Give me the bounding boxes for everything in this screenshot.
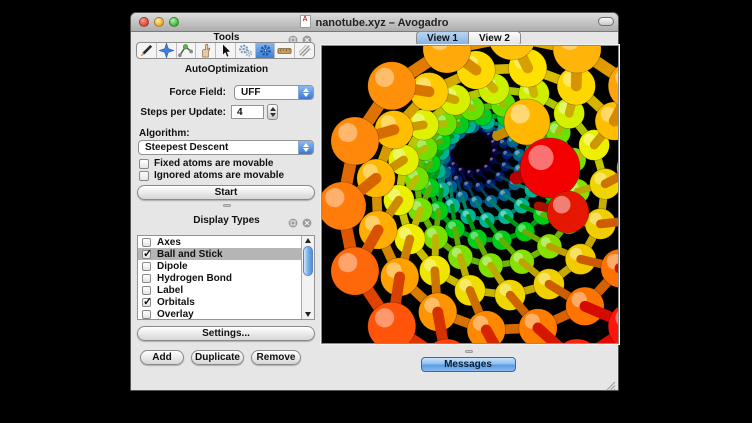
force-field-select[interactable]: UFF: [234, 85, 314, 100]
tab-view-1[interactable]: View 1: [416, 31, 469, 46]
display-type-row[interactable]: Axes: [138, 236, 314, 248]
duplicate-button[interactable]: Duplicate: [191, 350, 244, 365]
display-type-label: Orbitals: [157, 297, 195, 308]
view-pane: View 1 View 2 Messages: [319, 31, 618, 390]
display-types-list: Axes ✓ Ball and StickDipoleHydrogen BondLa…: [137, 235, 315, 320]
bond-centric-tool-button[interactable]: [177, 43, 197, 58]
display-type-checkbox[interactable]: [142, 310, 151, 319]
scroll-down-icon[interactable]: [302, 310, 314, 319]
display-type-checkbox[interactable]: [142, 262, 151, 271]
window-title-area: nanotube.xyz – Avogadro: [131, 15, 618, 29]
display-type-row[interactable]: Hydrogen Bond: [138, 272, 314, 284]
avogadro-window: nanotube.xyz – Avogadro Tools AutoOptimi…: [130, 12, 619, 391]
algorithm-label: Algorithm:: [139, 128, 190, 139]
auto-rotate-tool-button[interactable]: [236, 43, 256, 58]
navigate-tool-button[interactable]: [157, 43, 177, 58]
ignored-atoms-movable-row: Ignored atoms are movable: [139, 170, 284, 181]
popup-arrows-icon: [298, 141, 313, 154]
popup-arrows-icon: [298, 86, 313, 99]
display-type-label: Overlay: [157, 309, 194, 320]
display-list-scrollbar[interactable]: [301, 236, 314, 319]
display-type-checkbox[interactable]: ✓: [142, 298, 151, 307]
view-tab-bar: View 1 View 2: [319, 31, 618, 46]
window-title: nanotube.xyz – Avogadro: [315, 17, 448, 29]
settings-button[interactable]: Settings...: [137, 326, 315, 341]
display-type-label: Hydrogen Bond: [157, 273, 232, 284]
document-icon: [300, 15, 311, 28]
display-types-panel-header: Display Types: [134, 214, 319, 227]
resize-grip[interactable]: [606, 378, 616, 388]
align-tool-button[interactable]: [295, 43, 314, 58]
steps-per-update-input[interactable]: 4: [231, 105, 264, 119]
manipulate-tool-button[interactable]: [196, 43, 216, 58]
display-float-button[interactable]: [288, 215, 298, 225]
desktop-background: nanotube.xyz – Avogadro Tools AutoOptimi…: [0, 0, 752, 423]
nanotube-molecule-render[interactable]: [322, 46, 618, 343]
display-type-checkbox[interactable]: ✓: [142, 250, 151, 259]
display-type-row[interactable]: Label: [138, 284, 314, 296]
draw-tool-button[interactable]: [137, 43, 157, 58]
display-type-row[interactable]: ✓ Ball and Stick: [138, 248, 314, 260]
display-type-row[interactable]: ✓ Orbitals: [138, 296, 314, 308]
scroll-up-icon[interactable]: [302, 236, 314, 245]
display-type-row[interactable]: Overlay: [138, 308, 314, 320]
add-button[interactable]: Add: [140, 350, 184, 365]
tab-view-2[interactable]: View 2: [469, 31, 521, 46]
tools-toolbar: [136, 42, 315, 59]
fixed-atoms-movable-label: Fixed atoms are movable: [154, 158, 274, 169]
messages-button[interactable]: Messages: [421, 357, 516, 372]
toolbar-toggle-button[interactable]: [598, 17, 614, 26]
steps-per-update-label: Steps per Update:: [134, 107, 226, 118]
scrollbar-thumb[interactable]: [303, 246, 313, 276]
remove-button[interactable]: Remove: [251, 350, 301, 365]
messages-splitter-handle[interactable]: [465, 350, 473, 353]
measure-tool-button[interactable]: [275, 43, 295, 58]
display-type-label: Label: [157, 285, 183, 296]
gl-viewport[interactable]: [321, 45, 619, 344]
display-close-button[interactable]: [302, 215, 312, 225]
dock-splitter-handle[interactable]: [223, 204, 231, 207]
display-type-label: Axes: [157, 237, 181, 248]
algorithm-select[interactable]: Steepest Descent: [138, 140, 314, 155]
left-dock: Tools AutoOptimization Force Field: UFF …: [134, 31, 319, 387]
ignored-atoms-movable-checkbox[interactable]: [139, 171, 149, 181]
autooptimization-title: AutoOptimization: [134, 64, 319, 75]
display-type-label: Ball and Stick: [157, 249, 223, 260]
steps-stepper[interactable]: [267, 104, 278, 120]
tools-float-button[interactable]: [288, 32, 298, 42]
fixed-atoms-movable-checkbox[interactable]: [139, 159, 149, 169]
selection-tool-button[interactable]: [216, 43, 236, 58]
start-button[interactable]: Start: [137, 185, 315, 200]
tools-close-button[interactable]: [302, 32, 312, 42]
algorithm-value: Steepest Descent: [145, 142, 228, 153]
force-field-label: Force Field:: [134, 87, 226, 98]
display-type-checkbox[interactable]: [142, 274, 151, 283]
fixed-atoms-movable-row: Fixed atoms are movable: [139, 158, 274, 169]
auto-optimize-tool-button[interactable]: [256, 43, 276, 58]
ignored-atoms-movable-label: Ignored atoms are movable: [154, 170, 284, 181]
display-type-checkbox[interactable]: [142, 238, 151, 247]
display-type-row[interactable]: Dipole: [138, 260, 314, 272]
display-type-label: Dipole: [157, 261, 188, 272]
display-type-checkbox[interactable]: [142, 286, 151, 295]
window-titlebar[interactable]: nanotube.xyz – Avogadro: [131, 13, 618, 32]
force-field-value: UFF: [241, 87, 260, 98]
